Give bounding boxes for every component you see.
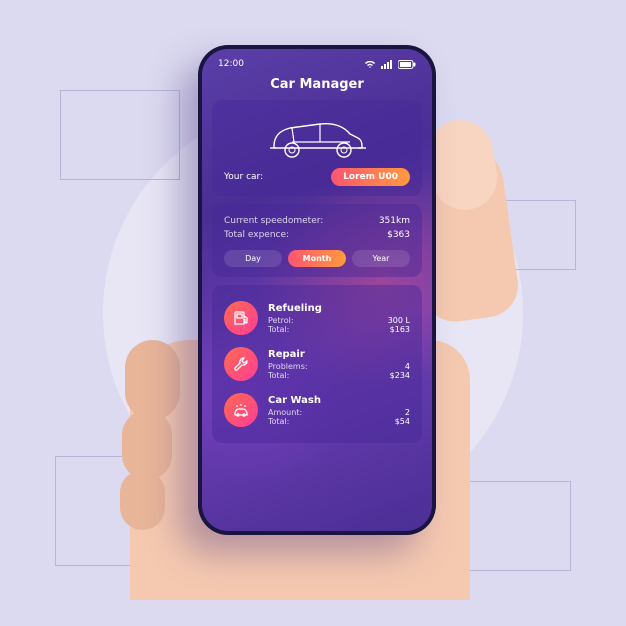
stat-label: Amount: [268,408,302,417]
phone-screen: 12:00 Car Manager [202,49,432,531]
stat-label: Petrol: [268,316,294,325]
speedometer-value: 351km [379,216,410,226]
stats-card: Current speedometer: 351km Total expence… [212,204,422,277]
stat-value: 2 [405,408,410,417]
period-month-button[interactable]: Month [288,250,346,267]
stat-value: $163 [390,325,410,334]
status-bar: 12:00 [202,49,432,73]
phone-frame: 12:00 Car Manager [198,45,436,535]
signal-icon [381,60,393,69]
wrench-icon [224,347,258,381]
stat-label: Problems: [268,362,308,371]
stat-label: Total: [268,371,289,380]
category-refueling[interactable]: Refueling Petrol: 300 L Total: $163 [224,295,410,341]
car-select-button[interactable]: Lorem U00 [331,168,410,186]
period-year-button[interactable]: Year [352,250,410,267]
stat-value: $234 [390,371,410,380]
stat-value: 4 [405,362,410,371]
expense-value: $363 [387,230,410,240]
app-title: Car Manager [202,73,432,100]
speedometer-label: Current speedometer: [224,216,323,226]
category-title: Car Wash [268,395,410,406]
stat-value: $54 [395,417,410,426]
category-carwash[interactable]: Car Wash Amount: 2 Total: $54 [224,387,410,433]
battery-icon [398,60,416,69]
your-car-label: Your car: [224,172,263,182]
stat-label: Total: [268,325,289,334]
fuel-icon [224,301,258,335]
status-time: 12:00 [218,59,244,69]
car-summary-card: Your car: Lorem U00 [212,100,422,196]
expense-label: Total expence: [224,230,289,240]
category-title: Refueling [268,303,410,314]
wifi-icon [364,60,376,69]
stat-label: Total: [268,417,289,426]
category-repair[interactable]: Repair Problems: 4 Total: $234 [224,341,410,387]
category-title: Repair [268,349,410,360]
period-day-button[interactable]: Day [224,250,282,267]
carwash-icon [224,393,258,427]
car-icon [224,110,410,168]
stat-value: 300 L [388,316,410,325]
categories-card: Refueling Petrol: 300 L Total: $163 Repair… [212,285,422,443]
